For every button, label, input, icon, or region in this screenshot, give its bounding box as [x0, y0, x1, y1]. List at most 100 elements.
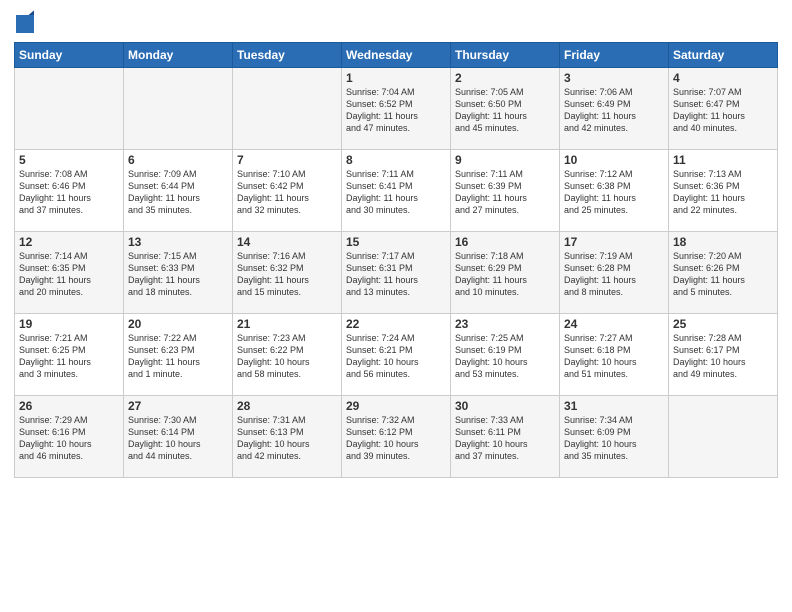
day-header-monday: Monday — [124, 43, 233, 68]
day-header-tuesday: Tuesday — [233, 43, 342, 68]
day-cell: 30Sunrise: 7:33 AM Sunset: 6:11 PM Dayli… — [451, 396, 560, 478]
day-info: Sunrise: 7:11 AM Sunset: 6:41 PM Dayligh… — [346, 168, 446, 217]
day-cell: 5Sunrise: 7:08 AM Sunset: 6:46 PM Daylig… — [15, 150, 124, 232]
week-row-5: 26Sunrise: 7:29 AM Sunset: 6:16 PM Dayli… — [15, 396, 778, 478]
day-cell: 21Sunrise: 7:23 AM Sunset: 6:22 PM Dayli… — [233, 314, 342, 396]
day-cell: 4Sunrise: 7:07 AM Sunset: 6:47 PM Daylig… — [669, 68, 778, 150]
day-info: Sunrise: 7:33 AM Sunset: 6:11 PM Dayligh… — [455, 414, 555, 463]
day-cell: 10Sunrise: 7:12 AM Sunset: 6:38 PM Dayli… — [560, 150, 669, 232]
day-header-saturday: Saturday — [669, 43, 778, 68]
day-number: 21 — [237, 317, 337, 331]
day-info: Sunrise: 7:06 AM Sunset: 6:49 PM Dayligh… — [564, 86, 664, 135]
day-info: Sunrise: 7:34 AM Sunset: 6:09 PM Dayligh… — [564, 414, 664, 463]
day-number: 13 — [128, 235, 228, 249]
day-info: Sunrise: 7:23 AM Sunset: 6:22 PM Dayligh… — [237, 332, 337, 381]
day-cell: 14Sunrise: 7:16 AM Sunset: 6:32 PM Dayli… — [233, 232, 342, 314]
day-number: 26 — [19, 399, 119, 413]
day-number: 18 — [673, 235, 773, 249]
day-number: 11 — [673, 153, 773, 167]
day-header-friday: Friday — [560, 43, 669, 68]
day-cell: 6Sunrise: 7:09 AM Sunset: 6:44 PM Daylig… — [124, 150, 233, 232]
day-header-wednesday: Wednesday — [342, 43, 451, 68]
day-info: Sunrise: 7:32 AM Sunset: 6:12 PM Dayligh… — [346, 414, 446, 463]
day-number: 17 — [564, 235, 664, 249]
day-number: 30 — [455, 399, 555, 413]
day-info: Sunrise: 7:17 AM Sunset: 6:31 PM Dayligh… — [346, 250, 446, 299]
day-number: 8 — [346, 153, 446, 167]
day-info: Sunrise: 7:08 AM Sunset: 6:46 PM Dayligh… — [19, 168, 119, 217]
day-number: 20 — [128, 317, 228, 331]
day-number: 31 — [564, 399, 664, 413]
day-cell: 17Sunrise: 7:19 AM Sunset: 6:28 PM Dayli… — [560, 232, 669, 314]
day-number: 19 — [19, 317, 119, 331]
day-info: Sunrise: 7:04 AM Sunset: 6:52 PM Dayligh… — [346, 86, 446, 135]
day-info: Sunrise: 7:30 AM Sunset: 6:14 PM Dayligh… — [128, 414, 228, 463]
day-number: 29 — [346, 399, 446, 413]
day-info: Sunrise: 7:22 AM Sunset: 6:23 PM Dayligh… — [128, 332, 228, 381]
day-info: Sunrise: 7:19 AM Sunset: 6:28 PM Dayligh… — [564, 250, 664, 299]
day-number: 27 — [128, 399, 228, 413]
day-cell: 7Sunrise: 7:10 AM Sunset: 6:42 PM Daylig… — [233, 150, 342, 232]
day-info: Sunrise: 7:09 AM Sunset: 6:44 PM Dayligh… — [128, 168, 228, 217]
day-info: Sunrise: 7:11 AM Sunset: 6:39 PM Dayligh… — [455, 168, 555, 217]
day-info: Sunrise: 7:24 AM Sunset: 6:21 PM Dayligh… — [346, 332, 446, 381]
day-info: Sunrise: 7:10 AM Sunset: 6:42 PM Dayligh… — [237, 168, 337, 217]
days-header-row: SundayMondayTuesdayWednesdayThursdayFrid… — [15, 43, 778, 68]
calendar-table: SundayMondayTuesdayWednesdayThursdayFrid… — [14, 42, 778, 478]
day-cell: 22Sunrise: 7:24 AM Sunset: 6:21 PM Dayli… — [342, 314, 451, 396]
day-cell: 11Sunrise: 7:13 AM Sunset: 6:36 PM Dayli… — [669, 150, 778, 232]
day-cell — [233, 68, 342, 150]
week-row-4: 19Sunrise: 7:21 AM Sunset: 6:25 PM Dayli… — [15, 314, 778, 396]
day-cell: 15Sunrise: 7:17 AM Sunset: 6:31 PM Dayli… — [342, 232, 451, 314]
day-cell: 1Sunrise: 7:04 AM Sunset: 6:52 PM Daylig… — [342, 68, 451, 150]
day-number: 7 — [237, 153, 337, 167]
day-header-sunday: Sunday — [15, 43, 124, 68]
day-cell: 3Sunrise: 7:06 AM Sunset: 6:49 PM Daylig… — [560, 68, 669, 150]
day-info: Sunrise: 7:16 AM Sunset: 6:32 PM Dayligh… — [237, 250, 337, 299]
day-number: 4 — [673, 71, 773, 85]
week-row-2: 5Sunrise: 7:08 AM Sunset: 6:46 PM Daylig… — [15, 150, 778, 232]
day-number: 24 — [564, 317, 664, 331]
day-number: 28 — [237, 399, 337, 413]
day-number: 23 — [455, 317, 555, 331]
day-cell: 29Sunrise: 7:32 AM Sunset: 6:12 PM Dayli… — [342, 396, 451, 478]
logo-icon — [16, 10, 34, 38]
day-cell: 16Sunrise: 7:18 AM Sunset: 6:29 PM Dayli… — [451, 232, 560, 314]
day-number: 5 — [19, 153, 119, 167]
day-number: 25 — [673, 317, 773, 331]
day-info: Sunrise: 7:05 AM Sunset: 6:50 PM Dayligh… — [455, 86, 555, 135]
day-info: Sunrise: 7:15 AM Sunset: 6:33 PM Dayligh… — [128, 250, 228, 299]
day-cell: 20Sunrise: 7:22 AM Sunset: 6:23 PM Dayli… — [124, 314, 233, 396]
day-info: Sunrise: 7:25 AM Sunset: 6:19 PM Dayligh… — [455, 332, 555, 381]
day-cell: 24Sunrise: 7:27 AM Sunset: 6:18 PM Dayli… — [560, 314, 669, 396]
day-number: 10 — [564, 153, 664, 167]
day-number: 14 — [237, 235, 337, 249]
day-number: 22 — [346, 317, 446, 331]
day-info: Sunrise: 7:21 AM Sunset: 6:25 PM Dayligh… — [19, 332, 119, 381]
day-number: 3 — [564, 71, 664, 85]
day-cell: 26Sunrise: 7:29 AM Sunset: 6:16 PM Dayli… — [15, 396, 124, 478]
day-info: Sunrise: 7:28 AM Sunset: 6:17 PM Dayligh… — [673, 332, 773, 381]
day-cell: 25Sunrise: 7:28 AM Sunset: 6:17 PM Dayli… — [669, 314, 778, 396]
day-number: 6 — [128, 153, 228, 167]
day-info: Sunrise: 7:18 AM Sunset: 6:29 PM Dayligh… — [455, 250, 555, 299]
week-row-1: 1Sunrise: 7:04 AM Sunset: 6:52 PM Daylig… — [15, 68, 778, 150]
day-header-thursday: Thursday — [451, 43, 560, 68]
day-cell: 19Sunrise: 7:21 AM Sunset: 6:25 PM Dayli… — [15, 314, 124, 396]
day-cell: 13Sunrise: 7:15 AM Sunset: 6:33 PM Dayli… — [124, 232, 233, 314]
day-cell: 27Sunrise: 7:30 AM Sunset: 6:14 PM Dayli… — [124, 396, 233, 478]
day-info: Sunrise: 7:14 AM Sunset: 6:35 PM Dayligh… — [19, 250, 119, 299]
day-cell — [15, 68, 124, 150]
day-number: 1 — [346, 71, 446, 85]
day-info: Sunrise: 7:29 AM Sunset: 6:16 PM Dayligh… — [19, 414, 119, 463]
day-number: 12 — [19, 235, 119, 249]
day-info: Sunrise: 7:12 AM Sunset: 6:38 PM Dayligh… — [564, 168, 664, 217]
day-cell: 2Sunrise: 7:05 AM Sunset: 6:50 PM Daylig… — [451, 68, 560, 150]
day-cell: 23Sunrise: 7:25 AM Sunset: 6:19 PM Dayli… — [451, 314, 560, 396]
day-number: 16 — [455, 235, 555, 249]
week-row-3: 12Sunrise: 7:14 AM Sunset: 6:35 PM Dayli… — [15, 232, 778, 314]
day-cell — [124, 68, 233, 150]
day-cell: 8Sunrise: 7:11 AM Sunset: 6:41 PM Daylig… — [342, 150, 451, 232]
day-number: 15 — [346, 235, 446, 249]
day-cell: 31Sunrise: 7:34 AM Sunset: 6:09 PM Dayli… — [560, 396, 669, 478]
